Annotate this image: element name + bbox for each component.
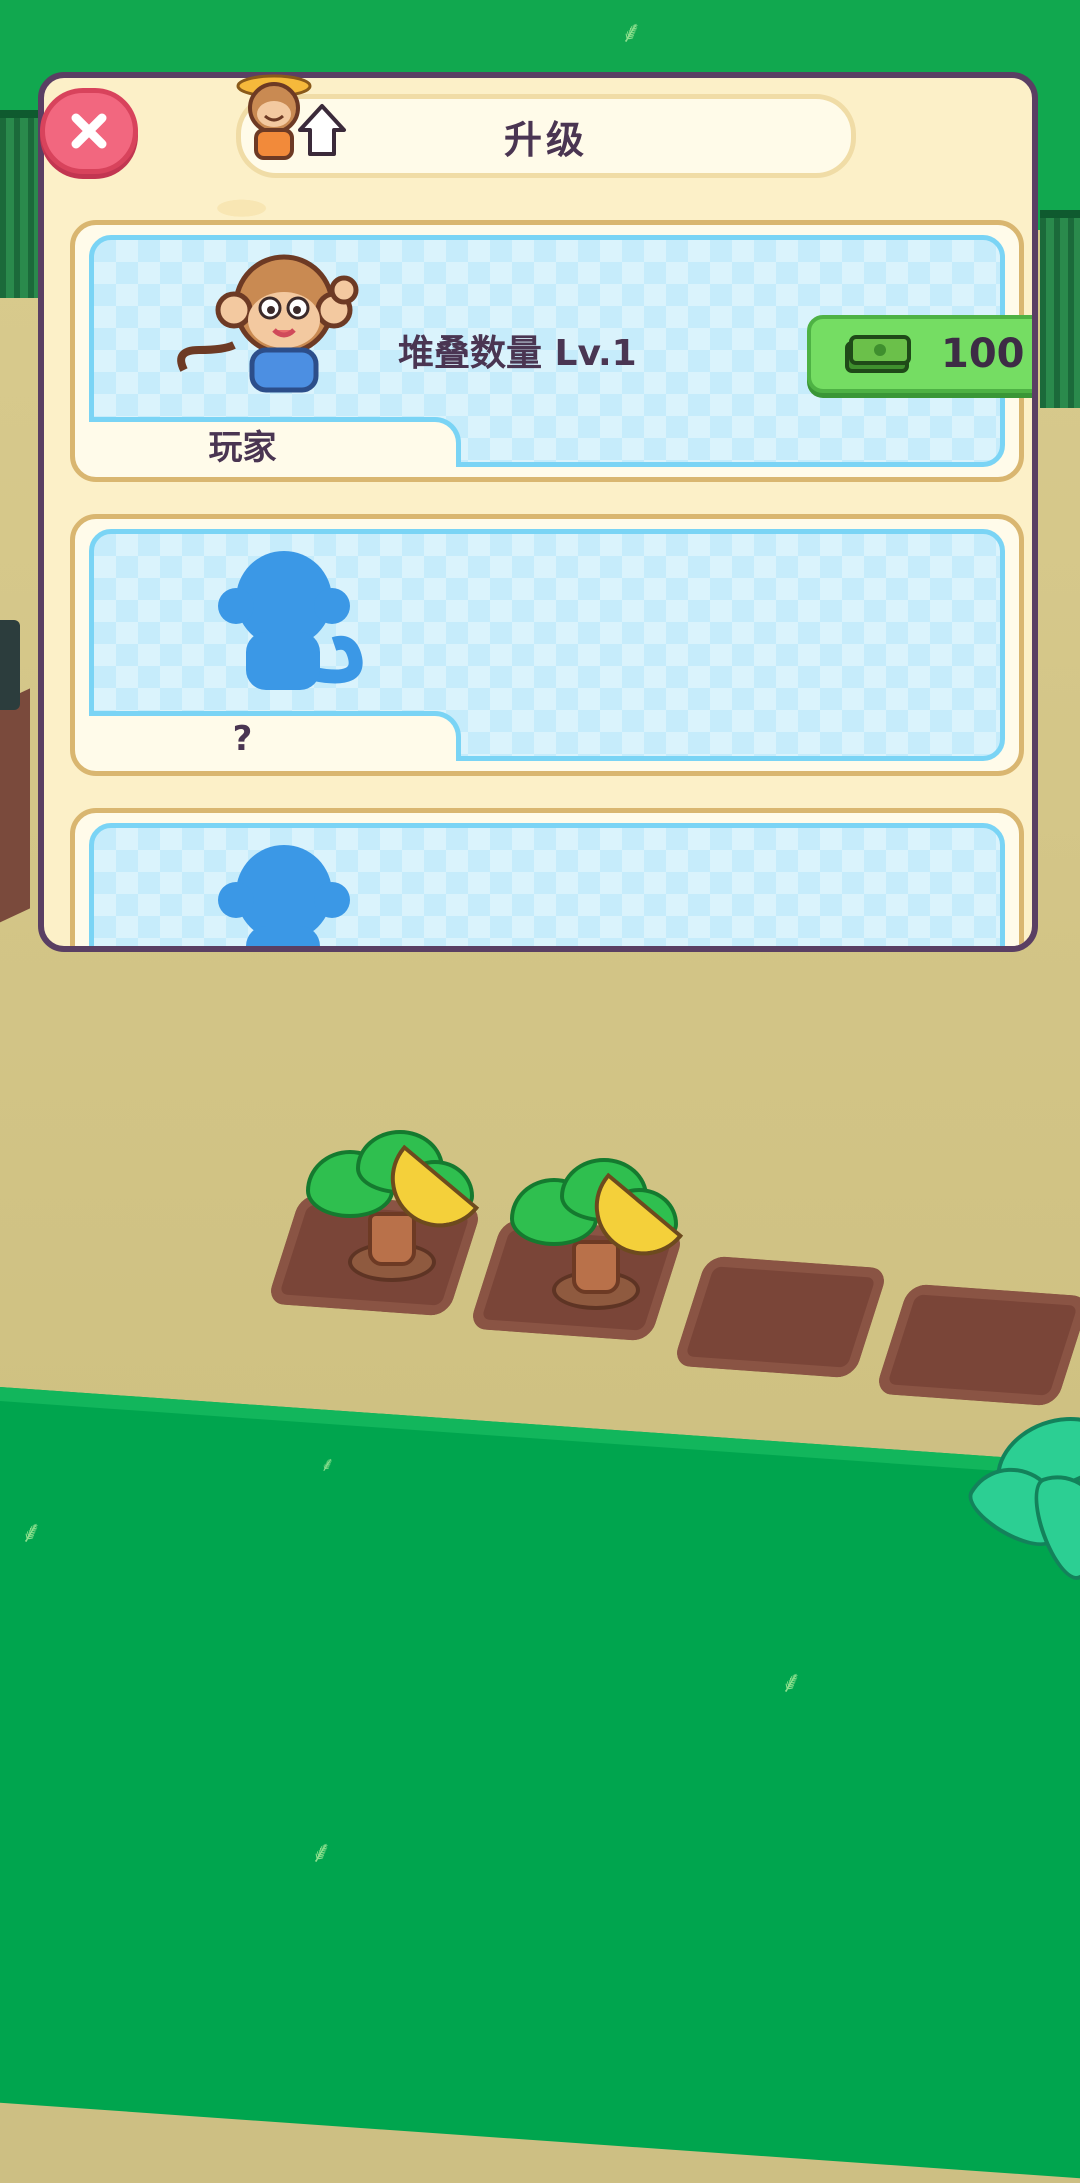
banana-tree-1[interactable] [306, 1130, 486, 1282]
locked-monkey-silhouette-icon [218, 551, 363, 690]
grass-sprout: ⸙ [20, 1515, 43, 1550]
background-grass-bottom [0, 1380, 1080, 2183]
grass-sprout: ⸙ [780, 1665, 803, 1700]
upgrade-price-button[interactable]: 100 [807, 315, 1032, 393]
fence-left [0, 110, 40, 298]
grass-sprout: ⸙ [320, 1452, 335, 1476]
grass-sprout: ⸙ [310, 1835, 333, 1870]
plot-3[interactable] [672, 1255, 889, 1379]
card-name: ? [232, 718, 253, 759]
shop-wall [0, 688, 30, 932]
close-button[interactable] [40, 88, 138, 174]
price-value: 100 [941, 331, 1025, 377]
banana-tree-2[interactable] [510, 1158, 690, 1310]
cash-icon [845, 335, 911, 373]
grass-sprout: ⸙ [620, 15, 643, 50]
monkey-avatar-icon [177, 254, 359, 393]
card-panel [89, 823, 1005, 946]
dialog-title: 升级 [503, 117, 588, 162]
locked-monkey-silhouette-icon [218, 845, 350, 946]
upgrade-card-locked [70, 808, 1024, 946]
fence-right [1040, 210, 1080, 408]
monkey-upgrade-icon [236, 74, 346, 160]
close-icon [71, 113, 107, 149]
plot-4[interactable] [874, 1283, 1080, 1407]
palm-plant [959, 1400, 1080, 1587]
upgrade-card-player: 堆叠数量 Lv.1 玩家 100 [70, 220, 1032, 482]
cash-register [0, 620, 20, 710]
card-name-tab: 玩家 [89, 417, 461, 468]
upgrade-card-locked: ? [70, 514, 1024, 776]
upgrade-dialog: 升级 堆叠数量 Lv.1 玩家 100 ? [38, 72, 1038, 952]
stack-count-level: 堆叠数量 Lv.1 [398, 333, 637, 374]
card-name: 玩家 [208, 428, 277, 468]
card-name-tab: ? [89, 711, 461, 761]
